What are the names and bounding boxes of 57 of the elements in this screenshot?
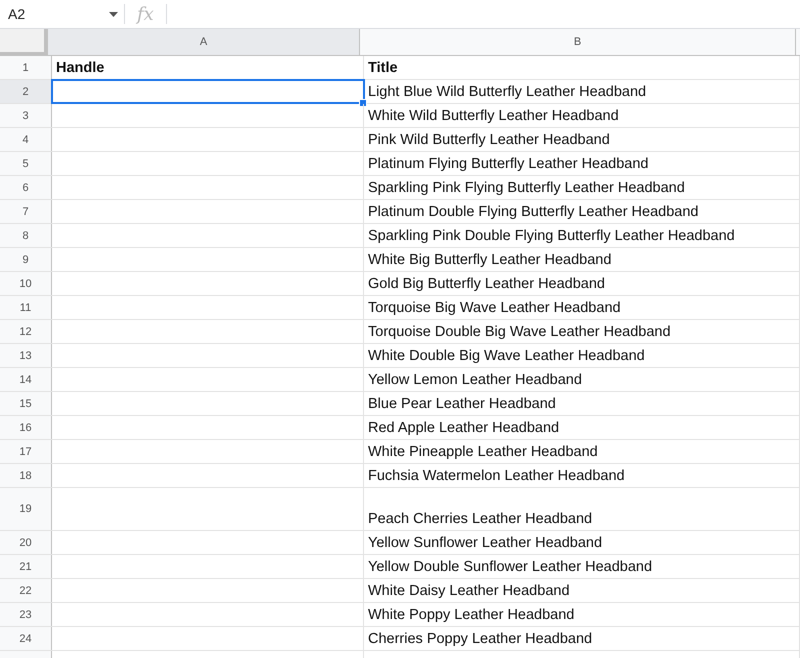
select-all-corner[interactable] xyxy=(0,29,48,55)
table-cell[interactable]: Cherries Poppy Leather Headband xyxy=(364,627,800,650)
table-cell[interactable]: Torquoise Double Big Wave Leather Headband xyxy=(364,320,800,343)
table-cell[interactable]: White Wild Butterfly Leather Headband xyxy=(364,104,800,127)
table-cell[interactable]: Torquoise Big Wave Leather Headband xyxy=(364,296,800,319)
table-cell[interactable]: Sparkling Pink Double Flying Butterfly Leather Headband xyxy=(364,224,800,247)
table-cell[interactable]: Light Blue Wild Butterfly Leather Headband xyxy=(364,80,800,103)
table-cell[interactable]: Handle xyxy=(52,56,364,79)
table-cell[interactable]: Blue Pear Leather Headband xyxy=(364,392,800,415)
row-header[interactable]: 18 xyxy=(0,464,52,487)
table-cell[interactable]: Platinum Flying Butterfly Leather Headband xyxy=(364,152,800,175)
table-cell[interactable]: Pink Wild Butterfly Leather Headband xyxy=(364,128,800,151)
row-header[interactable]: 2 xyxy=(0,80,52,103)
table-cell[interactable]: Platinum Double Flying Butterfly Leather Headband xyxy=(364,200,800,223)
row-header[interactable]: 22 xyxy=(0,579,52,602)
row-header[interactable]: 4 xyxy=(0,128,52,151)
row-header[interactable]: 20 xyxy=(0,531,52,554)
row-header[interactable]: 11 xyxy=(0,296,52,319)
column-header[interactable]: B xyxy=(360,29,796,55)
row-header[interactable]: 1 xyxy=(0,56,52,79)
table-cell[interactable]: Yellow Double Sunflower Leather Headband xyxy=(364,555,800,578)
fill-handle[interactable] xyxy=(359,99,367,107)
row-header[interactable]: 16 xyxy=(0,416,52,439)
row-header[interactable]: 6 xyxy=(0,176,52,199)
cell-text: Handle xyxy=(56,60,104,76)
row-header[interactable]: 9 xyxy=(0,248,52,271)
row-header[interactable]: 21 xyxy=(0,555,52,578)
table-cell[interactable]: Peach Cherries Leather Headband xyxy=(364,488,800,530)
row-header[interactable]: 10 xyxy=(0,272,52,295)
table-cell[interactable]: White Daisy Leather Headband xyxy=(364,579,800,602)
row-header[interactable]: 19 xyxy=(0,488,52,530)
table-cell[interactable]: Sparkling Pink Flying Butterfly Leather Headband xyxy=(364,176,800,199)
name-box[interactable]: A2 xyxy=(0,6,124,22)
row-header[interactable]: 14 xyxy=(0,368,52,391)
row-header[interactable]: 17 xyxy=(0,440,52,463)
table-cell[interactable]: Yellow Sunflower Leather Headband xyxy=(364,531,800,554)
row-header[interactable]: 13 xyxy=(0,344,52,367)
table-cell[interactable]: White Big Butterfly Leather Headband xyxy=(364,248,800,271)
table-cell[interactable]: Title xyxy=(364,56,800,79)
formula-icon: fx xyxy=(125,4,166,24)
table-cell[interactable]: Fuchsia Watermelon Leather Headband xyxy=(364,464,800,487)
row-header[interactable]: 3 xyxy=(0,104,52,127)
caret-icon xyxy=(109,12,118,16)
table-cell[interactable]: White Double Big Wave Leather Headband xyxy=(364,344,800,367)
table-cell[interactable]: White Poppy Leather Headband xyxy=(364,603,800,626)
row-header[interactable]: 8 xyxy=(0,224,52,247)
table-cell[interactable]: Red Apple Leather Headband xyxy=(364,416,800,439)
row-header[interactable]: 12 xyxy=(0,320,52,343)
row-header[interactable]: 5 xyxy=(0,152,52,175)
table-cell[interactable]: Gold Big Butterfly Leather Headband xyxy=(364,272,800,295)
table-cell[interactable]: White Pineapple Leather Headband xyxy=(364,440,800,463)
row-header[interactable]: 24 xyxy=(0,627,52,650)
row-header[interactable]: 7 xyxy=(0,200,52,223)
table-cell[interactable]: Yellow Lemon Leather Headband xyxy=(364,368,800,391)
row-header[interactable]: 23 xyxy=(0,603,52,626)
column-header[interactable]: A xyxy=(48,29,360,55)
row-header[interactable]: 15 xyxy=(0,392,52,415)
